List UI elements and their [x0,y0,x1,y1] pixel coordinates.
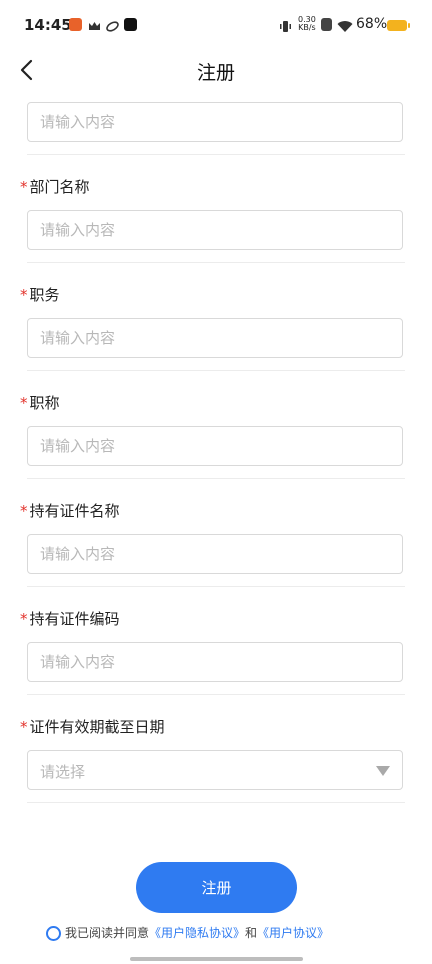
user-agreement-link[interactable]: 《用户协议》 [257,926,329,940]
agreement-prefix: 我已阅读并同意 [65,926,150,940]
privacy-agreement-link[interactable]: 《用户隐私协议》 [149,926,245,940]
certificate-name-label-text: 持有证件名称 [29,502,120,520]
expiry-date-placeholder: 请选择 [40,763,86,781]
register-button[interactable]: 注册 [136,862,297,913]
required-mark: * [20,718,28,736]
expiry-date-select[interactable]: 请选择 [27,750,403,790]
divider [27,586,405,587]
network-speed-unit: KB/s [298,23,316,32]
required-mark: * [20,178,28,196]
tiktok-icon [124,18,137,31]
crown-icon [88,18,101,31]
position-label-text: 职务 [29,286,60,304]
divider [27,262,405,263]
certificate-code-label: * 持有证件编码 [20,608,120,629]
divider [27,370,405,371]
certificate-name-input[interactable] [27,534,403,574]
department-name-input[interactable] [27,210,403,250]
certificate-code-input[interactable] [27,642,403,682]
battery-percent: 68% [356,16,388,32]
sim-off-icon [321,18,332,31]
department-name-label: * 部门名称 [20,176,90,197]
divider [27,694,405,695]
certificate-code-label-text: 持有证件编码 [29,610,120,628]
certificate-name-label: * 持有证件名称 [20,500,120,521]
link-icon [106,18,119,32]
required-mark: * [20,394,28,412]
required-mark: * [20,502,28,520]
required-mark: * [20,610,28,628]
home-indicator [130,957,303,961]
required-mark: * [20,286,28,304]
battery-icon [387,20,410,31]
wifi-icon [337,18,353,32]
app-notification-icon [69,18,82,31]
caret-down-icon [376,766,390,776]
network-speed: 0.30 KB/s [298,16,316,32]
vibrate-icon [279,18,292,32]
agreement-row: 我已阅读并同意《用户隐私协议》和《用户协议》 [46,924,329,944]
title-label: * 职称 [20,392,60,413]
header: 注册 [0,50,432,92]
divider [27,478,405,479]
divider [27,802,405,803]
status-time: 14:45 [24,16,72,34]
title-label-text: 职称 [29,394,60,412]
agree-radio[interactable] [46,926,61,941]
position-input[interactable] [27,318,403,358]
department-name-label-text: 部门名称 [29,178,90,196]
expiry-date-label: * 证件有效期截至日期 [20,716,165,737]
divider [27,154,405,155]
top-input[interactable] [27,102,403,142]
agreement-and: 和 [245,926,258,940]
status-bar: 14:45 0.30 KB/s 68% [0,0,432,50]
position-label: * 职务 [20,284,60,305]
expiry-date-label-text: 证件有效期截至日期 [29,718,165,736]
title-input[interactable] [27,426,403,466]
page-title: 注册 [196,62,235,84]
